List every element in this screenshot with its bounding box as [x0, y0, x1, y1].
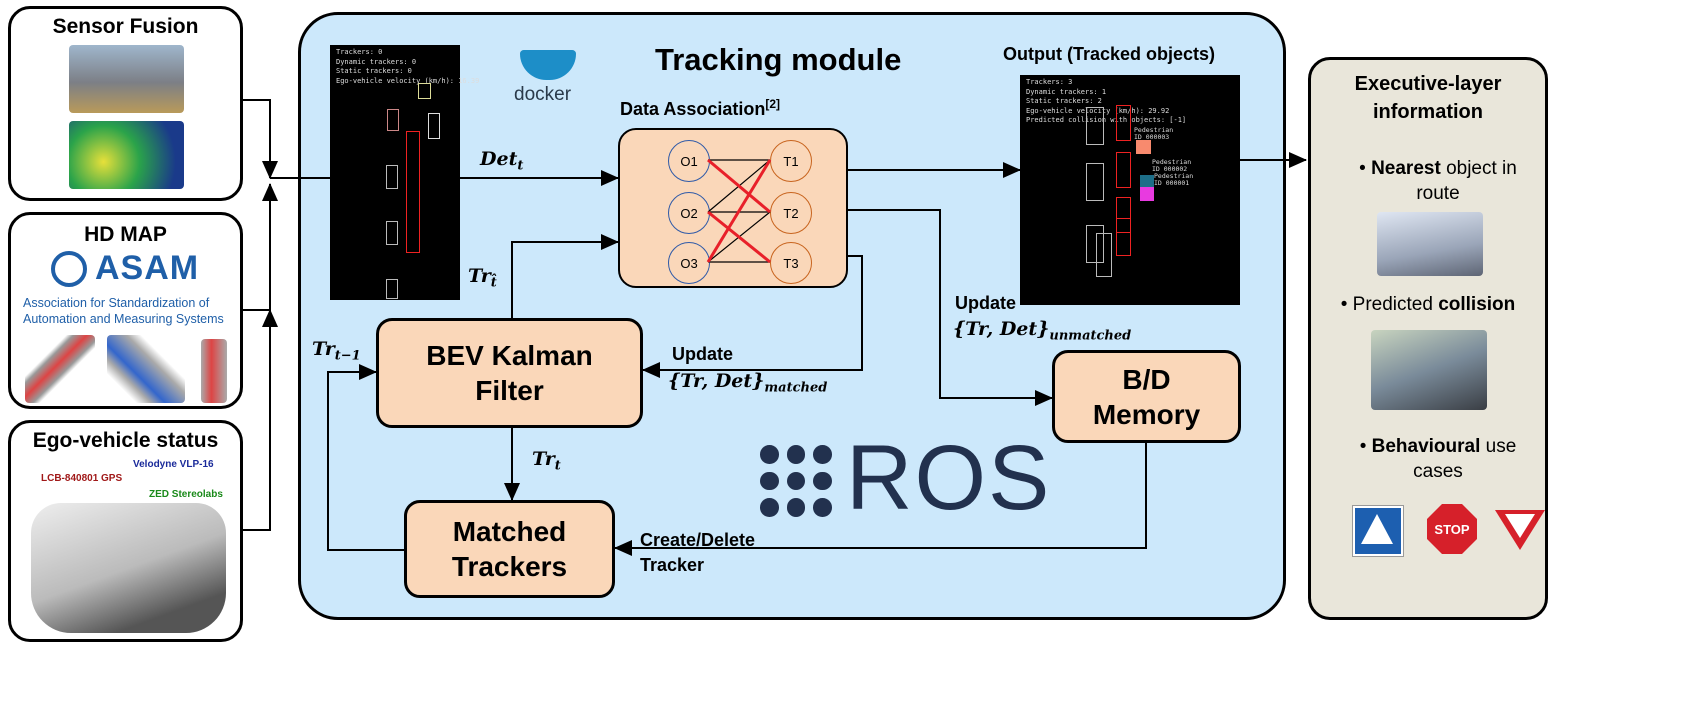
- sensor-fusion-connector: [243, 99, 278, 179]
- matched-arrow: [642, 255, 863, 378]
- connectors: [243, 99, 1307, 556]
- feedback-arrow: [327, 364, 404, 551]
- kalman-to-da-arrow: [511, 234, 619, 318]
- unmatched-arrow: [848, 209, 1053, 406]
- hd-map-connector: [243, 183, 278, 311]
- diagram: Sensor Fusion HD MAP ASAM Association fo…: [0, 0, 1696, 704]
- match-line: [706, 159, 772, 263]
- ego-connector: [243, 309, 278, 531]
- create-delete-arrow: [614, 443, 1147, 556]
